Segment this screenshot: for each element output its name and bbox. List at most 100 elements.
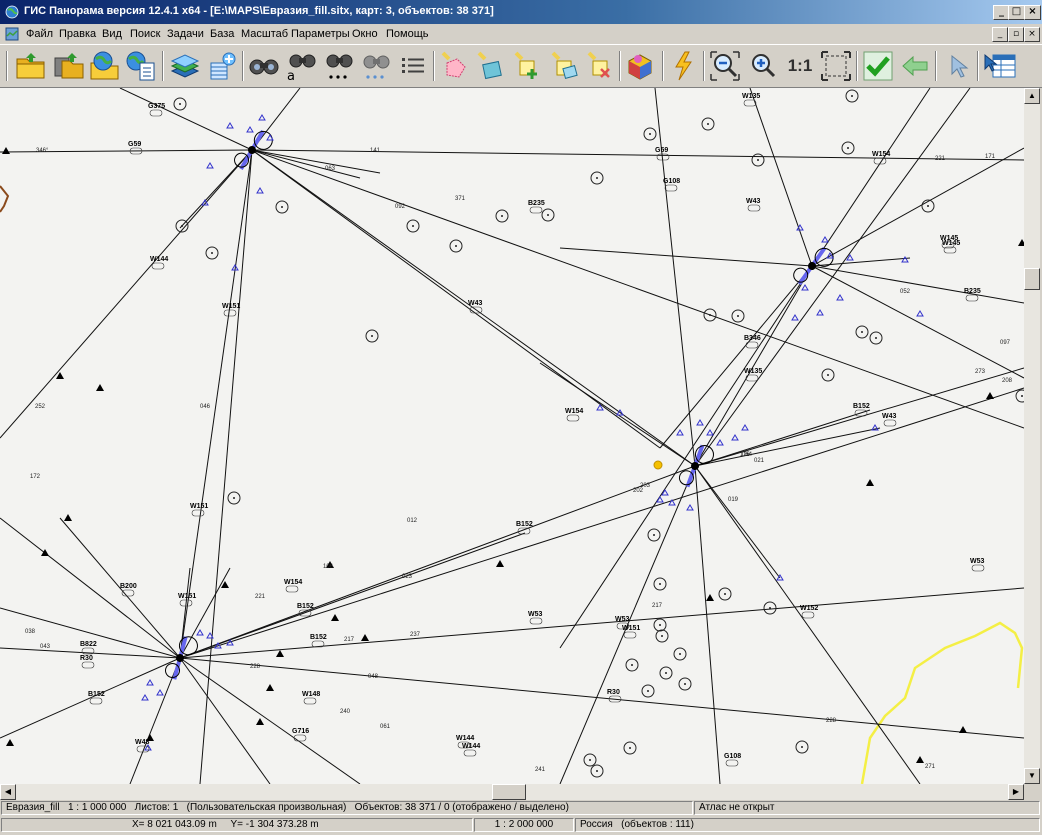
- list-icon[interactable]: [396, 49, 430, 83]
- airway-line: [694, 465, 721, 784]
- airway-name-box: [965, 294, 979, 302]
- binoculars-icon[interactable]: [247, 49, 281, 83]
- load-data-icon[interactable]: [205, 49, 239, 83]
- select-area-icon[interactable]: [473, 49, 507, 83]
- airway-line: [811, 88, 931, 267]
- waypoint-triangle: [64, 514, 72, 521]
- ndb-circle: [641, 684, 655, 698]
- airway-name-label: W154: [872, 151, 890, 158]
- apply-check-icon[interactable]: [861, 49, 895, 83]
- menu-search[interactable]: Поиск: [130, 28, 160, 40]
- menu-parameters[interactable]: Параметры: [291, 28, 350, 40]
- document-map-icon[interactable]: [5, 27, 19, 41]
- scroll-corner: [1024, 784, 1040, 800]
- vertical-scrollbar[interactable]: ▲ ▼: [1024, 88, 1040, 784]
- airway-name-box: [293, 734, 307, 742]
- segment-course-label: 171: [985, 154, 996, 160]
- scale-1to1-button[interactable]: 1:1: [783, 49, 817, 83]
- zoom-out-icon[interactable]: [708, 49, 742, 83]
- mdi-close-button[interactable]: ×: [1024, 27, 1040, 42]
- 3d-view-icon[interactable]: [623, 49, 657, 83]
- lightning-icon[interactable]: [666, 49, 700, 83]
- airway-name-label: W152: [800, 605, 818, 612]
- binoculars-dots-icon[interactable]: [321, 49, 355, 83]
- segment-course-label: 172: [30, 474, 41, 480]
- ndb-circle: [643, 127, 657, 141]
- open-multiple-icon[interactable]: [52, 49, 86, 83]
- airway-line: [811, 257, 911, 267]
- edit-object-icon[interactable]: [547, 49, 581, 83]
- airway-name-box: [971, 564, 985, 572]
- binoculars-text-icon[interactable]: a: [284, 49, 318, 83]
- scroll-right-button[interactable]: ▶: [1008, 784, 1024, 800]
- map-canvas[interactable]: G375 G59 B235 W145 B235 W154 G59 G108 W43 W144 W15…: [0, 88, 1024, 784]
- border-line: [860, 621, 1024, 784]
- airway-name-label: W148: [302, 691, 320, 698]
- navaid-triangle: [668, 499, 676, 506]
- menu-database[interactable]: База: [210, 28, 234, 40]
- ndb-circle: [623, 741, 637, 755]
- status-map-info: Евразия_fill 1 : 1 000 000 Листов: 1 (По…: [1, 801, 693, 815]
- back-arrow-icon[interactable]: [898, 49, 932, 83]
- layers-icon[interactable]: [168, 49, 202, 83]
- segment-course-label: 217: [652, 603, 663, 609]
- binoculars-grey-icon[interactable]: [358, 49, 392, 83]
- ndb-circle: [795, 740, 809, 754]
- waypoint-triangle: [96, 384, 104, 391]
- menu-edit[interactable]: Правка: [59, 28, 96, 40]
- airway-name-box: [151, 262, 165, 270]
- airway-name-label: W53: [615, 616, 630, 623]
- segment-course-label: 217: [344, 637, 355, 643]
- ndb-circle: [406, 219, 420, 233]
- waypoint-triangle: [266, 684, 274, 691]
- app-globe-icon: [5, 5, 19, 19]
- horizontal-scroll-thumb[interactable]: [492, 784, 526, 800]
- navaid-triangle: [686, 504, 694, 511]
- open-document-icon[interactable]: [124, 49, 158, 83]
- open-web-icon[interactable]: [88, 49, 122, 83]
- airway-name-label: G59: [655, 147, 668, 154]
- airway-name-box: [81, 661, 95, 669]
- airway-name-box: [747, 204, 761, 212]
- menu-window[interactable]: Окно: [352, 28, 378, 40]
- selected-point[interactable]: [653, 460, 663, 470]
- pointer-icon[interactable]: [940, 49, 974, 83]
- ndb-circle: [495, 209, 509, 223]
- close-button[interactable]: ×: [1024, 5, 1041, 20]
- navaid-triangle: [791, 314, 799, 321]
- status-atlas: Атлас не открыт: [694, 801, 1040, 815]
- zoom-in-icon[interactable]: [745, 49, 779, 83]
- select-object-icon[interactable]: [437, 49, 471, 83]
- ndb-circle: [659, 666, 673, 680]
- airway-name-box: [529, 617, 543, 625]
- main-toolbar: a 1:1: [0, 44, 1042, 88]
- menu-file[interactable]: Файл: [26, 28, 53, 40]
- ndb-circle: [845, 89, 859, 103]
- menu-view[interactable]: Вид: [102, 28, 122, 40]
- airway-line: [694, 427, 881, 467]
- map-drawing[interactable]: G375 G59 B235 W145 B235 W154 G59 G108 W43 W144 W15…: [0, 88, 1024, 784]
- fit-to-window-icon[interactable]: [819, 49, 853, 83]
- vertical-scroll-thumb[interactable]: [1024, 268, 1040, 290]
- delete-object-icon[interactable]: [583, 49, 617, 83]
- maximize-button[interactable]: □: [1008, 5, 1025, 20]
- navaid-triangle: [731, 434, 739, 441]
- airway-name-label: W53: [528, 611, 543, 618]
- menu-tasks[interactable]: Задачи: [167, 28, 204, 40]
- navaid-triangle: [801, 284, 809, 291]
- table-select-icon[interactable]: [983, 49, 1017, 83]
- scroll-up-button[interactable]: ▲: [1024, 88, 1040, 104]
- mdi-minimize-button[interactable]: _: [992, 27, 1008, 42]
- menu-help[interactable]: Помощь: [386, 28, 429, 40]
- status-map-name: Евразия_fill: [6, 802, 60, 813]
- add-object-icon[interactable]: [510, 49, 544, 83]
- airway-name-label: W151: [178, 593, 196, 600]
- airway-name-label: B346: [744, 335, 761, 342]
- menu-scale[interactable]: Масштаб: [241, 28, 288, 40]
- open-folder-icon[interactable]: [14, 49, 48, 83]
- scroll-down-button[interactable]: ▼: [1024, 768, 1040, 784]
- navaid-triangle: [916, 310, 924, 317]
- mdi-restore-button[interactable]: ▫: [1008, 27, 1024, 42]
- horizontal-scrollbar[interactable]: ◀ ▶: [0, 784, 1024, 800]
- scroll-left-button[interactable]: ◀: [0, 784, 16, 800]
